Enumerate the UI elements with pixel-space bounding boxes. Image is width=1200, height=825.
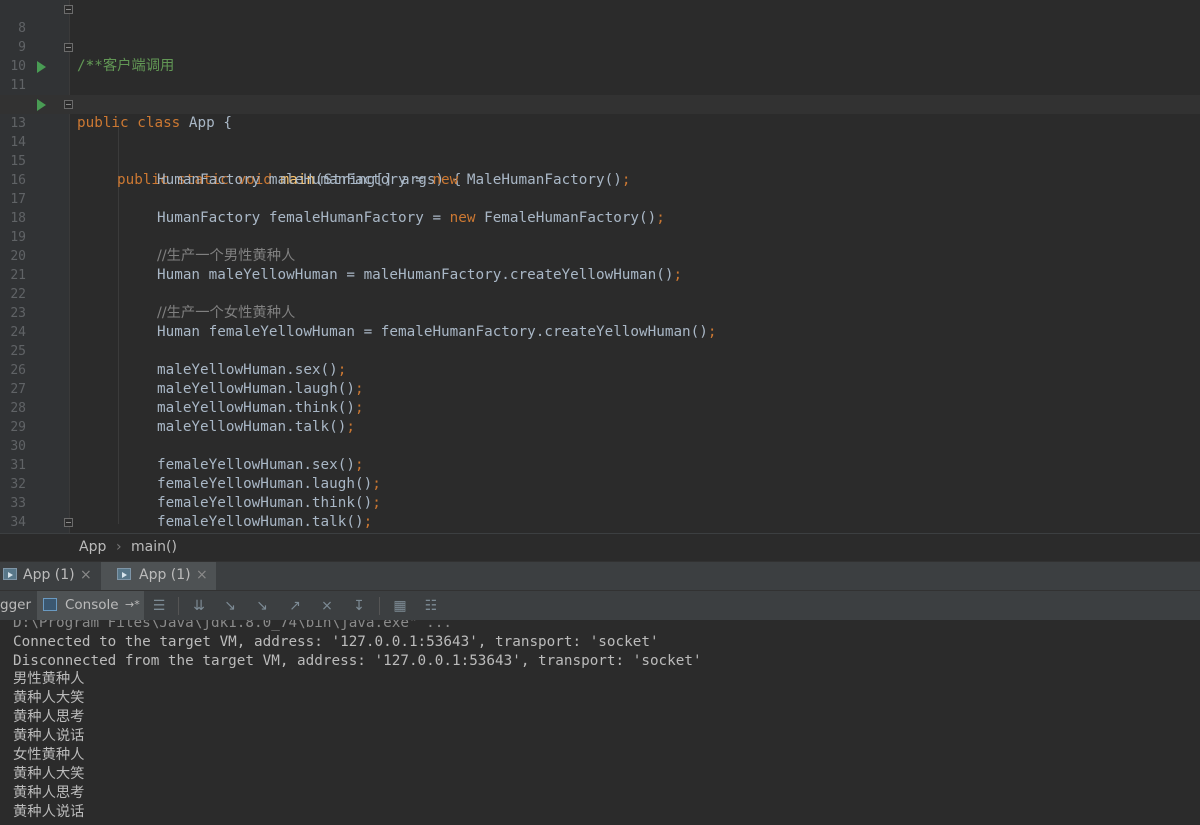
console-line: 黄种人说话 xyxy=(13,804,85,820)
code-line-8[interactable]: 8 /** xyxy=(0,0,1200,74)
run-to-cursor-icon[interactable]: ↧ xyxy=(351,598,367,614)
pin-icon[interactable]: →* xyxy=(125,598,140,611)
code-line-9[interactable]: 9 * 客户端调用 xyxy=(0,19,1200,74)
console-line: 黄种人说话 xyxy=(13,728,85,744)
console-line: 黄种人思考 xyxy=(13,785,85,801)
code-line-21[interactable]: 21 xyxy=(0,247,1200,283)
breadcrumb: App › main() xyxy=(0,533,1200,561)
code-line-26[interactable]: 26 maleYellowHuman.laugh(); xyxy=(0,342,1200,397)
console-line: 黄种人大笑 xyxy=(13,690,85,706)
console-output[interactable]: D:\Program Files\Java\jdk1.8.0_74\bin\ja… xyxy=(0,620,1200,825)
breadcrumb-separator: › xyxy=(116,539,122,555)
code-line-17[interactable]: 17 HumanFactory femaleHumanFactory = new… xyxy=(0,171,1200,226)
drop-frame-icon[interactable]: ⨯ xyxy=(319,598,335,614)
breadcrumb-class[interactable]: App xyxy=(79,539,106,555)
code-line-32[interactable]: 32 femaleYellowHuman.think(); xyxy=(0,456,1200,511)
run-tab-label: App (1) xyxy=(23,567,75,583)
run-tab-label: App (1) xyxy=(139,567,191,583)
console-line: 黄种人思考 xyxy=(13,709,85,725)
debugger-tab[interactable]: gger xyxy=(0,597,31,613)
run-gutter-icon[interactable] xyxy=(37,99,46,111)
code-line-11[interactable]: 11 public class App { xyxy=(0,57,1200,131)
run-tab-icon xyxy=(3,568,17,580)
frames-icon[interactable]: ☰ xyxy=(151,598,167,614)
code-line-16[interactable]: 16 xyxy=(0,152,1200,188)
console-line: Connected to the target VM, address: '12… xyxy=(13,634,659,650)
code-line-31[interactable]: 31 femaleYellowHuman.laugh(); xyxy=(0,437,1200,492)
fold-icon[interactable] xyxy=(64,5,73,14)
console-line: 男性黄种人 xyxy=(13,671,85,687)
toolbar-separator xyxy=(379,597,380,615)
step-into-icon[interactable]: ↘ xyxy=(254,598,270,614)
code-line-35[interactable]: 35 } xyxy=(0,513,1200,532)
code-line-12[interactable]: 12 xyxy=(0,76,1200,112)
code-line-19[interactable]: 19 //生产一个男性黄种人 xyxy=(0,209,1200,264)
console-line: D:\Program Files\Java\jdk1.8.0_74\bin\ja… xyxy=(13,620,452,631)
step-over-icon[interactable]: ↘ xyxy=(222,598,238,614)
code-line-23[interactable]: 23 Human femaleYellowHuman = femaleHuman… xyxy=(0,285,1200,340)
console-tab[interactable]: Console →* xyxy=(37,591,144,620)
code-line-20[interactable]: 20 Human maleYellowHuman = maleHumanFact… xyxy=(0,228,1200,283)
code-line-10[interactable]: 10 */ xyxy=(0,38,1200,112)
close-icon[interactable]: × xyxy=(80,567,92,583)
console-line: 黄种人大笑 xyxy=(13,766,85,782)
code-line-34[interactable]: 34 xyxy=(0,494,1200,530)
run-tab-icon xyxy=(117,568,131,580)
code-line-18[interactable]: 18 xyxy=(0,190,1200,226)
step-out-icon[interactable]: ↗ xyxy=(287,598,303,614)
show-execution-point-icon[interactable]: ⇊ xyxy=(191,598,207,614)
run-tab-bar: App (1) × App (1) × xyxy=(0,561,1200,590)
run-gutter-icon[interactable] xyxy=(37,61,46,73)
code-line-13[interactable]: 13 public static void main(String[] args… xyxy=(0,95,1200,188)
fold-icon[interactable] xyxy=(64,518,73,527)
code-line-29[interactable]: 29 xyxy=(0,399,1200,435)
toolbar-separator xyxy=(178,597,179,615)
trace-icon[interactable]: ☷ xyxy=(423,598,439,614)
code-line-24[interactable]: 24 xyxy=(0,304,1200,340)
evaluate-expression-icon[interactable]: ▦ xyxy=(392,598,408,614)
ide-window: 8 /** 9 * 客户端调用 10 */ 11 public class Ap… xyxy=(0,0,1200,825)
console-icon xyxy=(43,598,57,611)
debug-toolbar: gger Console →* ☰ ⇊ ↘ ↘ ↗ ⨯ ↧ ▦ ☷ xyxy=(0,590,1200,620)
code-line-28[interactable]: 28 maleYellowHuman.talk(); xyxy=(0,380,1200,435)
fold-icon[interactable] xyxy=(64,100,73,109)
close-icon[interactable]: × xyxy=(196,567,208,583)
code-line-33[interactable]: 33 femaleYellowHuman.talk(); xyxy=(0,475,1200,530)
code-line-22[interactable]: 22 //生产一个女性黄种人 xyxy=(0,266,1200,321)
console-line: Disconnected from the target VM, address… xyxy=(13,653,702,669)
console-line: 女性黄种人 xyxy=(13,747,85,763)
run-tab-app-1[interactable]: App (1) × xyxy=(0,562,100,590)
code-line-30[interactable]: 30 femaleYellowHuman.sex(); xyxy=(0,418,1200,473)
code-line-25[interactable]: 25 maleYellowHuman.sex(); xyxy=(0,323,1200,378)
code-line-14[interactable]: 14 xyxy=(0,114,1200,150)
code-editor[interactable]: 8 /** 9 * 客户端调用 10 */ 11 public class Ap… xyxy=(0,0,1200,533)
run-tab-app-2[interactable]: App (1) × xyxy=(101,562,216,590)
console-tab-label: Console xyxy=(65,597,119,613)
code-line-15[interactable]: 15 HumanFactory maleHumanFactory = new M… xyxy=(0,133,1200,188)
fold-icon[interactable] xyxy=(64,43,73,52)
code-line-27[interactable]: 27 maleYellowHuman.think(); xyxy=(0,361,1200,416)
breadcrumb-method[interactable]: main() xyxy=(131,539,177,555)
